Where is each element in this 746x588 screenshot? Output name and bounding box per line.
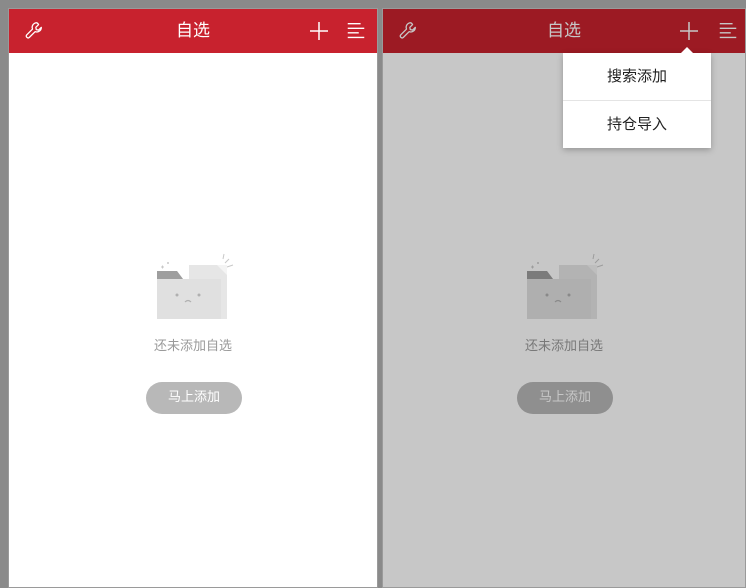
menu-icon[interactable] bbox=[345, 20, 367, 42]
add-dropdown-menu: 搜索添加 持仓导入 bbox=[563, 47, 711, 148]
plus-icon[interactable] bbox=[307, 19, 331, 43]
add-now-button[interactable]: 马上添加 bbox=[146, 382, 242, 414]
menu-item-import-holdings[interactable]: 持仓导入 bbox=[563, 100, 711, 148]
left-screen: 自选 还未添加自选 马上添加 bbox=[8, 8, 378, 588]
content-area: 还未添加自选 马上添加 bbox=[9, 53, 377, 587]
empty-state-text: 还未添加自选 bbox=[153, 339, 232, 354]
wrench-icon[interactable] bbox=[23, 20, 45, 42]
empty-folder-icon bbox=[157, 253, 234, 319]
right-screen: 自选 还未添加自选 马上添加 搜索添加 持仓导入 bbox=[382, 8, 746, 588]
menu-item-search-add[interactable]: 搜索添加 bbox=[563, 53, 711, 100]
header-bar: 自选 bbox=[9, 9, 377, 53]
